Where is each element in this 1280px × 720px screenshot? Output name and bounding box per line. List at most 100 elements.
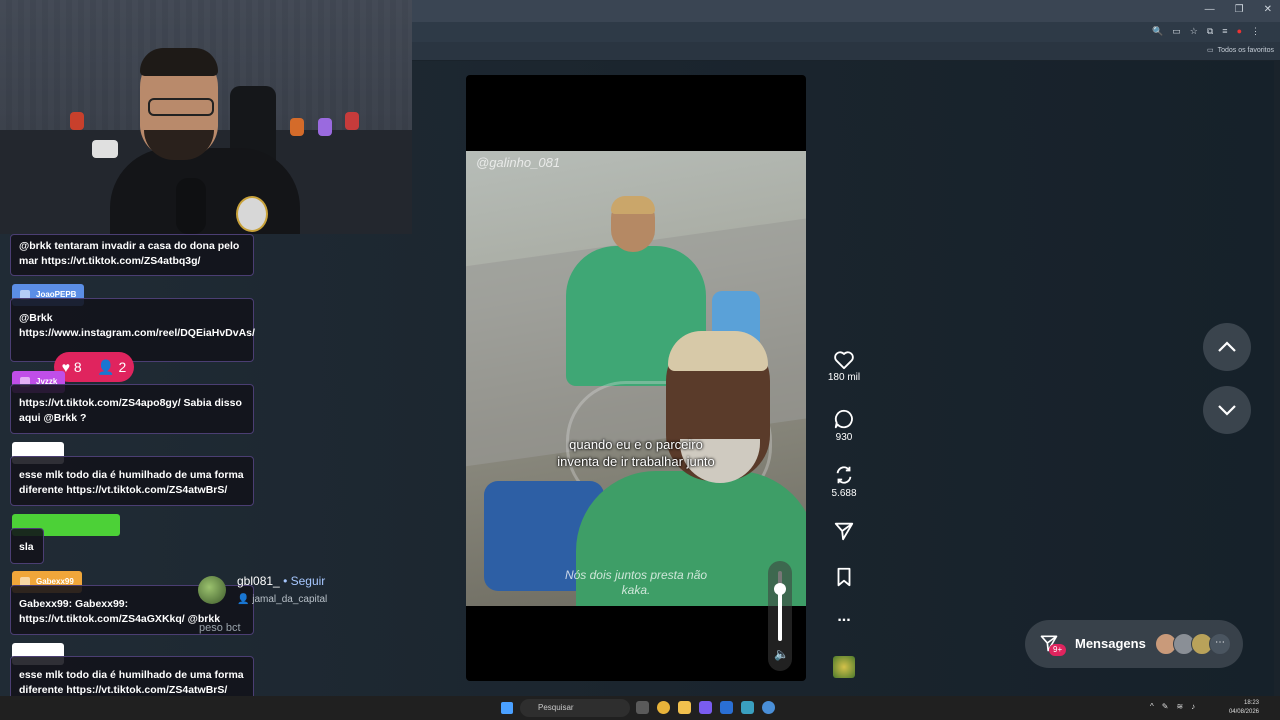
media-icon[interactable]: ≡ — [1222, 26, 1227, 37]
repost-icon — [836, 466, 852, 484]
speaker-icon[interactable]: ♪ — [1191, 702, 1195, 711]
file-explorer-icon[interactable] — [678, 701, 691, 714]
all-bookmarks[interactable]: ▭ Todos os favoritos — [1206, 46, 1274, 55]
streamer-hair — [140, 48, 218, 76]
heart-icon — [834, 351, 854, 370]
author-name[interactable]: gbl081_ — [237, 574, 280, 588]
more-options-button[interactable]: ... — [822, 608, 866, 626]
chat-message-text: esse mlk todo dia é humilhado de uma for… — [19, 469, 244, 496]
messages-label: Mensagens — [1075, 636, 1146, 651]
microphone — [176, 178, 206, 234]
close-icon[interactable]: ✕ — [1264, 4, 1272, 15]
chevron-up-icon — [1218, 341, 1236, 352]
menu-icon[interactable]: ⋮ — [1251, 26, 1260, 37]
volume-control[interactable]: 🔈 — [768, 561, 792, 671]
subtitle-line-1: Nós dois juntos presta não — [564, 568, 708, 582]
browser-toolbar-icons: 🔍 ▭ ☆ ⧉ ≡ ● ⋮ — [1152, 26, 1260, 37]
webcam-toy — [318, 118, 332, 136]
discord-icon[interactable] — [699, 701, 712, 714]
sound-avatar[interactable] — [833, 656, 855, 678]
messages-avatars: ⋯ — [1155, 633, 1231, 655]
comment-count: 930 — [835, 432, 853, 443]
share-button[interactable] — [822, 520, 866, 542]
video-player[interactable]: @galinho_081 quando eu e o parceiro inve… — [466, 75, 806, 681]
maximize-icon[interactable]: ❐ — [1235, 4, 1244, 15]
webcam-toy — [345, 112, 359, 130]
author-avatar[interactable] — [198, 576, 226, 604]
next-video-button[interactable] — [1203, 386, 1251, 434]
chat-message: sla — [10, 528, 44, 564]
viewers-count: 2 — [118, 358, 127, 375]
share-icon — [834, 522, 854, 541]
all-bookmarks-label: Todos os favoritos — [1217, 46, 1274, 54]
system-tray: ^ ✎ ≋ ♪ — [1150, 702, 1195, 711]
comment-button[interactable]: 930 — [822, 408, 866, 443]
chat-message: @brkk tentaram invadir a casa do dona pe… — [10, 234, 254, 276]
sound-name: jamal_da_capital — [252, 594, 328, 605]
comment-icon — [834, 409, 853, 429]
wifi-icon[interactable]: ≋ — [1176, 702, 1183, 711]
more-icon: ... — [837, 608, 851, 625]
chat-message-text: https://vt.tiktok.com/ZS4apo8gy/ Sabia d… — [19, 397, 242, 424]
chat-message-text: @brkk tentaram invadir a casa do dona pe… — [19, 240, 240, 267]
pen-icon[interactable]: ✎ — [1162, 702, 1169, 711]
viewer-icon: 👤 2 — [97, 358, 127, 375]
subtitle-line-2: kaka. — [621, 583, 651, 597]
video-watermark: @galinho_081 — [476, 155, 561, 170]
page-scrollbar[interactable] — [1274, 61, 1280, 696]
taskbar-clock[interactable]: 18:23 04/08/2026 — [1225, 699, 1259, 717]
post-description: peso bct — [199, 622, 241, 634]
sound-line[interactable]: 👤 jamal_da_capital — [237, 594, 327, 605]
taskbar-search[interactable]: Pesquisar — [520, 699, 630, 717]
like-button[interactable]: 180 mil — [822, 350, 866, 383]
caption-line-2: inventa de ir trabalhar junto — [557, 454, 715, 469]
app-icon[interactable] — [762, 701, 775, 714]
taskbar-search-placeholder: Pesquisar — [538, 703, 574, 712]
steam-icon[interactable] — [720, 701, 733, 714]
follow-label: Seguir — [290, 574, 326, 588]
window-controls: — ❐ ✕ — [1205, 4, 1272, 15]
webcam-overlay — [0, 0, 412, 234]
clock-time: 18:23 — [1243, 700, 1259, 706]
messages-badge: 9+ — [1049, 644, 1067, 656]
shirt-crest — [236, 196, 268, 232]
folder-icon: ▭ — [1206, 47, 1214, 54]
chevron-up-icon[interactable]: ^ — [1150, 702, 1154, 711]
chevron-down-icon — [1218, 405, 1236, 416]
stream-reactions: ♥ 8 👤 2 — [54, 352, 134, 382]
cast-icon[interactable]: ▭ — [1172, 26, 1181, 37]
like-count: 180 mil — [827, 372, 861, 383]
repost-button[interactable]: 5.688 — [822, 464, 866, 499]
speaker-icon[interactable]: 🔈 — [774, 647, 789, 661]
messages-widget[interactable]: 9+ Mensagens ⋯ — [1025, 620, 1243, 668]
chrome-icon[interactable] — [657, 701, 670, 714]
chat-message-text: @Brkk https://www.instagram.com/reel/DQE… — [19, 312, 255, 339]
repost-count: 5.688 — [831, 488, 857, 499]
volume-fill — [778, 589, 782, 641]
bookmark-icon — [837, 567, 851, 587]
star-icon[interactable]: ☆ — [1190, 26, 1198, 37]
zoom-icon[interactable]: 🔍 — [1152, 26, 1163, 37]
bookmark-button[interactable] — [822, 566, 866, 588]
likes-count: 8 — [73, 359, 82, 375]
volume-knob[interactable] — [774, 583, 786, 595]
minimize-icon[interactable]: — — [1205, 4, 1215, 15]
previous-video-button[interactable] — [1203, 323, 1251, 371]
video-person-back-hair — [611, 196, 655, 214]
follow-button[interactable]: • Seguir — [283, 574, 325, 588]
video-frame[interactable]: @galinho_081 quando eu e o parceiro inve… — [466, 151, 806, 606]
task-view-icon[interactable] — [636, 701, 649, 714]
chat-message-text: Gabexx99: Gabexx99: https://vt.tiktok.co… — [19, 598, 221, 625]
author-line: gbl081_ • Seguir — [237, 574, 325, 588]
extensions-icon[interactable]: ⧉ — [1207, 26, 1213, 37]
start-icon[interactable] — [501, 702, 513, 714]
video-subtitle: Nós dois juntos presta não kaka. — [466, 568, 806, 598]
streamer-glasses — [148, 98, 214, 116]
chat-message: @Brkk https://www.instagram.com/reel/DQE… — [10, 298, 255, 362]
profile-icon[interactable]: ● — [1237, 26, 1242, 37]
caption-line-1: quando eu e o parceiro — [569, 437, 703, 452]
taskbar-apps — [636, 701, 775, 714]
video-caption: quando eu e o parceiro inventa de ir tra… — [466, 436, 806, 470]
chat-message: esse mlk todo dia é humilhado de uma for… — [10, 456, 254, 506]
obs-icon[interactable] — [741, 701, 754, 714]
